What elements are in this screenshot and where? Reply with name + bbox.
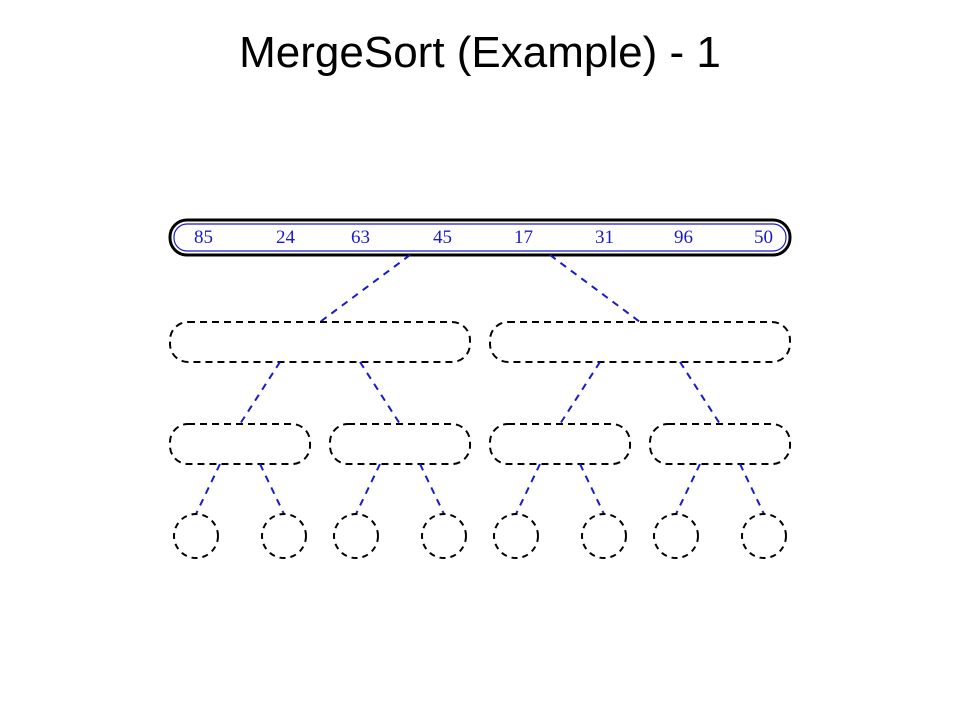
edges-level-2-3 — [196, 464, 764, 514]
leaf-4 — [494, 514, 538, 558]
mergesort-tree-diagram: 85 24 63 45 17 31 96 50 — [160, 210, 800, 570]
level-1-nodes — [170, 322, 790, 362]
page-title: MergeSort (Example) - 1 — [0, 28, 960, 78]
root-value-4: 17 — [514, 227, 533, 248]
root-value-0: 85 — [194, 227, 213, 248]
leaf-2 — [334, 514, 378, 558]
level2-2 — [490, 424, 630, 464]
leaf-3 — [422, 514, 466, 558]
leaf-6 — [654, 514, 698, 558]
root-node: 85 24 63 45 17 31 96 50 — [170, 220, 790, 255]
root-value-6: 96 — [674, 227, 693, 248]
level-3-nodes — [174, 514, 786, 558]
root-value-1: 24 — [276, 227, 296, 248]
leaf-7 — [742, 514, 786, 558]
level2-0 — [170, 424, 310, 464]
root-value-2: 63 — [351, 227, 370, 248]
leaf-1 — [262, 514, 306, 558]
level2-1 — [330, 424, 470, 464]
leaf-0 — [174, 514, 218, 558]
edges-level-0-1 — [320, 255, 640, 322]
root-value-5: 31 — [595, 227, 614, 248]
level2-3 — [650, 424, 790, 464]
level1-left — [170, 322, 470, 362]
leaf-5 — [582, 514, 626, 558]
edges-level-1-2 — [240, 362, 720, 424]
root-value-7: 50 — [754, 227, 773, 248]
root-value-3: 45 — [433, 227, 452, 248]
level1-right — [490, 322, 790, 362]
level-2-nodes — [170, 424, 790, 464]
